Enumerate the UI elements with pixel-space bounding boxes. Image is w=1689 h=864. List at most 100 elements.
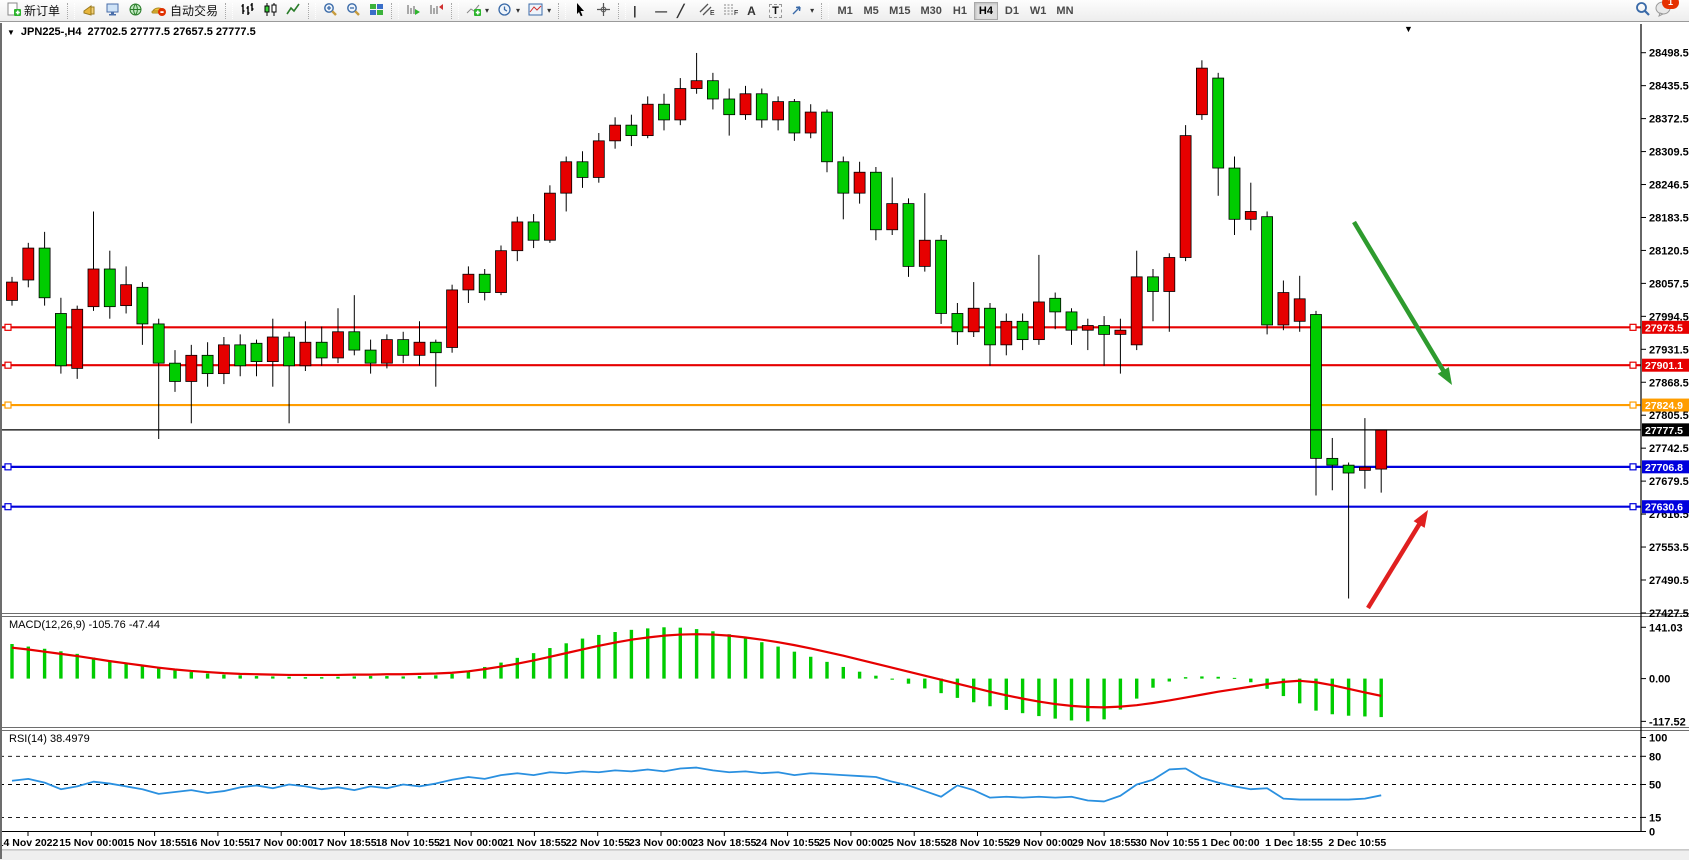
candle[interactable] — [593, 141, 604, 178]
timeframe-m30[interactable]: M30 — [917, 2, 946, 20]
candle[interactable] — [903, 204, 914, 267]
candle[interactable] — [577, 162, 588, 178]
algo-trading-button[interactable]: 自动交易 — [147, 1, 222, 20]
timeframe-h4[interactable]: H4 — [974, 2, 998, 20]
candle[interactable] — [137, 287, 148, 324]
candle[interactable] — [789, 102, 800, 133]
candle[interactable] — [1033, 302, 1044, 340]
candle[interactable] — [170, 363, 181, 381]
candle[interactable] — [104, 269, 115, 307]
notifications-button[interactable]: 1 — [1655, 0, 1673, 22]
line-handle[interactable] — [1630, 504, 1636, 510]
candle[interactable] — [381, 340, 392, 364]
candle[interactable] — [300, 342, 311, 366]
candle[interactable] — [88, 269, 99, 307]
auto-scroll-button[interactable] — [402, 1, 425, 20]
candle[interactable] — [430, 342, 441, 352]
zoom-out-button[interactable] — [342, 1, 365, 20]
candle[interactable] — [251, 343, 262, 361]
candle[interactable] — [1017, 321, 1028, 339]
timeframe-d1[interactable]: D1 — [1000, 2, 1024, 20]
candle[interactable] — [512, 222, 523, 251]
timeframe-h1[interactable]: H1 — [948, 2, 972, 20]
candle[interactable] — [561, 162, 572, 193]
candle[interactable] — [1050, 298, 1061, 312]
candle[interactable] — [724, 99, 735, 115]
candle[interactable] — [365, 350, 376, 363]
crosshair-button[interactable] — [592, 1, 615, 20]
publish-button[interactable] — [101, 1, 124, 20]
candle[interactable] — [349, 332, 360, 350]
cursor-button[interactable] — [569, 1, 592, 20]
candle[interactable] — [659, 104, 670, 120]
candle[interactable] — [936, 240, 947, 313]
candle[interactable] — [414, 342, 425, 355]
red-arrow-head[interactable] — [1414, 510, 1428, 528]
search-button[interactable] — [1631, 1, 1655, 20]
fibonacci-button[interactable]: F — [719, 1, 743, 20]
candle[interactable] — [691, 81, 702, 89]
templates-button[interactable]: ▾ — [524, 1, 555, 20]
one-click-trading-caret[interactable]: ▼ — [7, 28, 15, 37]
candle[interactable] — [870, 172, 881, 230]
text-tool-button[interactable]: A — [743, 1, 765, 20]
candle[interactable] — [822, 112, 833, 162]
market-watch-button[interactable] — [78, 1, 101, 20]
horizontal-line-button[interactable]: — — [651, 1, 673, 20]
candle[interactable] — [235, 345, 246, 366]
line-handle[interactable] — [1630, 464, 1636, 470]
candle[interactable] — [919, 240, 930, 266]
timeframe-m15[interactable]: M15 — [885, 2, 914, 20]
new-order-button[interactable]: 新订单 — [2, 1, 64, 20]
candle[interactable] — [284, 337, 295, 366]
line-handle[interactable] — [5, 504, 11, 510]
candle[interactable] — [463, 274, 474, 290]
candle[interactable] — [610, 125, 621, 141]
candle[interactable] — [1131, 277, 1142, 345]
candle[interactable] — [1359, 467, 1370, 470]
candle[interactable] — [23, 248, 34, 280]
candle[interactable] — [153, 324, 164, 363]
periods-button[interactable]: ▾ — [493, 1, 524, 20]
text-label-button[interactable]: T — [765, 1, 787, 20]
line-chart-button[interactable] — [282, 1, 305, 20]
candle[interactable] — [1164, 257, 1175, 291]
candle[interactable] — [7, 282, 18, 300]
candle[interactable] — [447, 290, 458, 348]
candlestick-button[interactable] — [259, 1, 282, 20]
candle[interactable] — [1294, 299, 1305, 321]
candle[interactable] — [1180, 136, 1191, 258]
candle[interactable] — [756, 94, 767, 120]
timeframe-mn[interactable]: MN — [1052, 2, 1077, 20]
candle[interactable] — [854, 172, 865, 193]
chart-shift-button[interactable] — [425, 1, 448, 20]
candle[interactable] — [985, 308, 996, 345]
equidistant-channel-button[interactable]: E — [695, 1, 719, 20]
candle[interactable] — [805, 112, 816, 133]
candle[interactable] — [72, 309, 83, 368]
tile-windows-button[interactable] — [365, 1, 388, 20]
candle[interactable] — [186, 355, 197, 381]
candle[interactable] — [1148, 277, 1159, 292]
green-arrow-head[interactable] — [1438, 367, 1452, 385]
shapes-button[interactable]: ▾ — [787, 1, 818, 20]
bar-chart-button[interactable] — [236, 1, 259, 20]
candle[interactable] — [121, 285, 132, 306]
candle[interactable] — [1262, 217, 1273, 325]
trendline-button[interactable]: ╱ — [673, 1, 695, 20]
candle[interactable] — [968, 308, 979, 332]
timeframe-m5[interactable]: M5 — [859, 2, 883, 20]
candle[interactable] — [740, 94, 751, 115]
candle[interactable] — [1245, 211, 1256, 219]
candle[interactable] — [39, 248, 50, 298]
community-button[interactable] — [124, 1, 147, 20]
candle[interactable] — [1001, 321, 1012, 345]
line-handle[interactable] — [1630, 362, 1636, 368]
candle[interactable] — [1082, 325, 1093, 330]
candle[interactable] — [1278, 293, 1289, 325]
candle[interactable] — [1196, 68, 1207, 115]
candle[interactable] — [1213, 78, 1224, 168]
candle[interactable] — [528, 222, 539, 240]
candle[interactable] — [1066, 312, 1077, 330]
line-handle[interactable] — [1630, 402, 1636, 408]
